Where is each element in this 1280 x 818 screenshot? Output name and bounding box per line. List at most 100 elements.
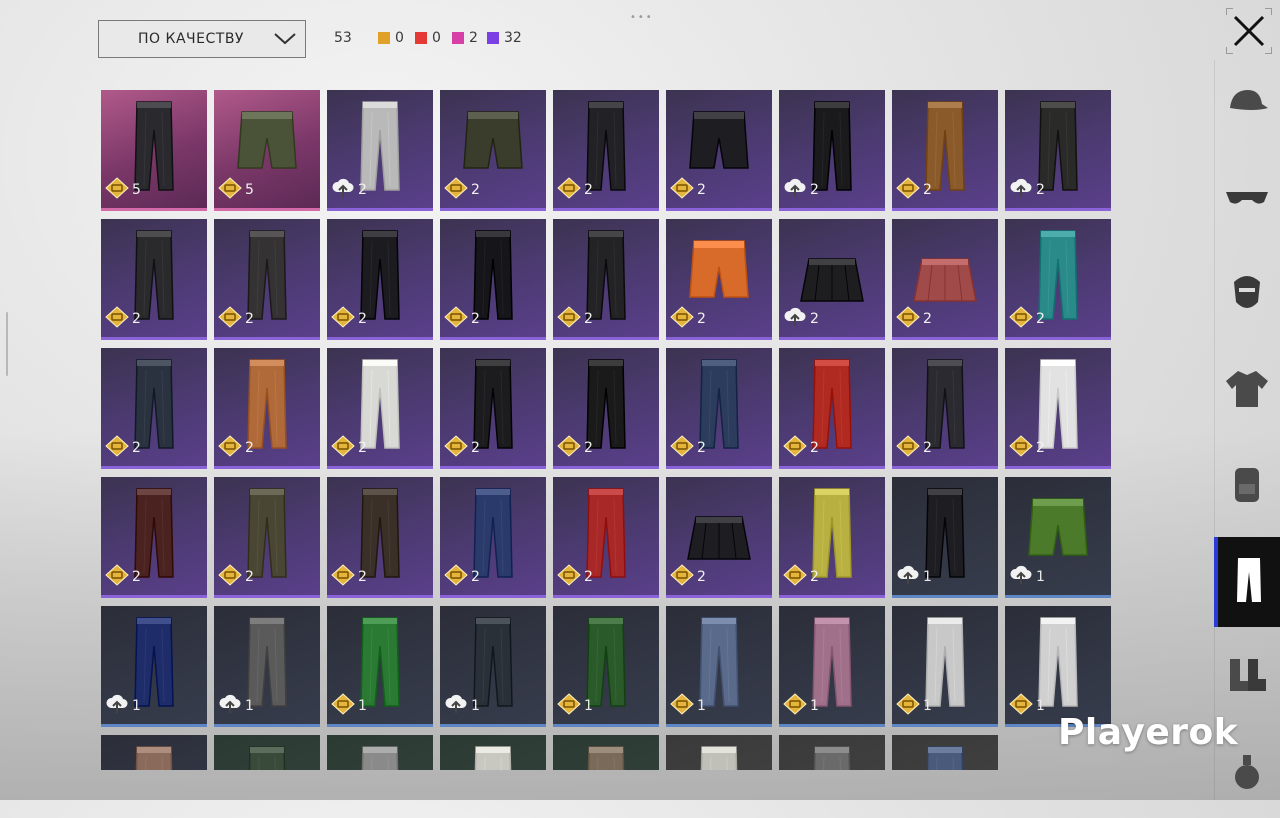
inventory-item[interactable]: 2 bbox=[779, 219, 885, 340]
inventory-item[interactable]: 2 bbox=[1005, 90, 1111, 211]
inventory-item[interactable]: 2 bbox=[1005, 348, 1111, 469]
rarity-counter: 0 bbox=[415, 30, 441, 46]
gold-coupon-icon bbox=[670, 306, 694, 332]
inventory-item[interactable]: 2 bbox=[440, 219, 546, 340]
mask-icon bbox=[1230, 272, 1264, 318]
inventory-item[interactable] bbox=[779, 735, 885, 770]
inventory-item[interactable]: 5 bbox=[101, 90, 207, 211]
pants-icon bbox=[1234, 556, 1264, 608]
rarity-swatch bbox=[415, 32, 427, 44]
inventory-item[interactable]: 1 bbox=[1005, 606, 1111, 727]
inventory-item[interactable]: 1 bbox=[327, 606, 433, 727]
item-quantity-value: 2 bbox=[245, 569, 254, 585]
category-pants[interactable] bbox=[1214, 537, 1280, 627]
inventory-item[interactable]: 1 bbox=[892, 477, 998, 598]
inventory-item[interactable] bbox=[892, 735, 998, 770]
inventory-item[interactable]: 2 bbox=[553, 90, 659, 211]
item-quantity-value: 2 bbox=[697, 182, 706, 198]
inventory-item[interactable]: 2 bbox=[779, 348, 885, 469]
inventory-item[interactable]: 2 bbox=[666, 90, 772, 211]
inventory-item[interactable]: 2 bbox=[327, 348, 433, 469]
item-quantity: 2 bbox=[557, 564, 593, 590]
inventory-item[interactable]: 2 bbox=[440, 477, 546, 598]
category-backpack[interactable] bbox=[1214, 440, 1280, 530]
gold-coupon-icon bbox=[331, 564, 355, 590]
inventory-item[interactable]: 2 bbox=[327, 477, 433, 598]
item-quantity-value: 2 bbox=[471, 440, 480, 456]
inventory-item[interactable]: 2 bbox=[892, 90, 998, 211]
inventory-item[interactable] bbox=[553, 735, 659, 770]
item-quantity-value: 2 bbox=[471, 182, 480, 198]
item-quantity-value: 1 bbox=[1036, 698, 1045, 714]
item-quantity-value: 1 bbox=[810, 698, 819, 714]
inventory-item[interactable] bbox=[666, 735, 772, 770]
inventory-item[interactable]: 2 bbox=[553, 219, 659, 340]
inventory-item[interactable]: 2 bbox=[327, 90, 433, 211]
rarity-count: 2 bbox=[469, 30, 478, 46]
item-quantity: 1 bbox=[783, 693, 819, 719]
inventory-item[interactable]: 2 bbox=[440, 348, 546, 469]
item-quantity-value: 2 bbox=[697, 311, 706, 327]
item-quantity: 1 bbox=[557, 693, 593, 719]
chevron-down-icon bbox=[265, 33, 305, 45]
inventory-item[interactable]: 2 bbox=[779, 477, 885, 598]
inventory-item[interactable]: 2 bbox=[440, 90, 546, 211]
inventory-item[interactable]: 1 bbox=[892, 606, 998, 727]
item-quantity: 2 bbox=[105, 564, 141, 590]
inventory-item[interactable]: 2 bbox=[553, 477, 659, 598]
inventory-item[interactable]: 2 bbox=[214, 348, 320, 469]
inventory-item[interactable]: 2 bbox=[666, 219, 772, 340]
inventory-item[interactable]: 1 bbox=[214, 606, 320, 727]
item-quantity: 1 bbox=[896, 564, 932, 590]
item-quantity: 2 bbox=[218, 435, 254, 461]
rarity-count: 0 bbox=[395, 30, 404, 46]
gold-coupon-icon bbox=[105, 306, 129, 332]
side-grip[interactable] bbox=[6, 312, 8, 376]
inventory-item[interactable]: 1 bbox=[553, 606, 659, 727]
inventory-item[interactable]: 1 bbox=[666, 606, 772, 727]
category-mask[interactable] bbox=[1214, 250, 1280, 340]
item-quantity-value: 2 bbox=[245, 440, 254, 456]
category-top[interactable] bbox=[1214, 345, 1280, 435]
inventory-item[interactable]: 2 bbox=[214, 477, 320, 598]
inventory-item[interactable] bbox=[327, 735, 433, 770]
drag-handle[interactable]: ••• bbox=[630, 12, 654, 23]
inventory-item[interactable]: 2 bbox=[101, 477, 207, 598]
inventory-item[interactable]: 5 bbox=[214, 90, 320, 211]
item-quantity-value: 2 bbox=[132, 311, 141, 327]
inventory-item[interactable]: 1 bbox=[1005, 477, 1111, 598]
category-glasses[interactable] bbox=[1214, 155, 1280, 245]
inventory-item[interactable]: 2 bbox=[666, 477, 772, 598]
inventory-item[interactable]: 1 bbox=[779, 606, 885, 727]
inventory-item[interactable] bbox=[440, 735, 546, 770]
inventory-item[interactable]: 2 bbox=[779, 90, 885, 211]
inventory-item[interactable]: 2 bbox=[666, 348, 772, 469]
item-quantity-value: 2 bbox=[923, 440, 932, 456]
gold-coupon-icon bbox=[783, 435, 807, 461]
inventory-item[interactable]: 2 bbox=[1005, 219, 1111, 340]
inventory-item[interactable]: 2 bbox=[101, 219, 207, 340]
inventory-item[interactable]: 2 bbox=[892, 219, 998, 340]
inventory-item[interactable]: 2 bbox=[101, 348, 207, 469]
sort-dropdown[interactable]: ПО КАЧЕСТВУ bbox=[98, 20, 306, 58]
pants-icon bbox=[135, 746, 173, 770]
inventory-item[interactable] bbox=[214, 735, 320, 770]
cloud-upload-icon bbox=[1009, 177, 1033, 203]
inventory-item[interactable]: 1 bbox=[440, 606, 546, 727]
inventory-item[interactable]: 1 bbox=[101, 606, 207, 727]
category-hat[interactable] bbox=[1214, 60, 1280, 150]
inventory-item[interactable]: 2 bbox=[553, 348, 659, 469]
inventory-item[interactable] bbox=[101, 735, 207, 770]
item-quantity-value: 2 bbox=[810, 311, 819, 327]
category-shoes[interactable] bbox=[1214, 632, 1280, 722]
inventory-item[interactable]: 2 bbox=[214, 219, 320, 340]
pants-icon bbox=[474, 746, 512, 770]
gold-coupon-icon bbox=[896, 177, 920, 203]
gold-coupon-icon bbox=[218, 306, 242, 332]
cloud-upload-icon bbox=[105, 693, 129, 719]
gold-coupon-icon bbox=[670, 435, 694, 461]
close-button[interactable] bbox=[1226, 8, 1272, 54]
item-quantity: 5 bbox=[218, 177, 254, 203]
inventory-item[interactable]: 2 bbox=[892, 348, 998, 469]
inventory-item[interactable]: 2 bbox=[327, 219, 433, 340]
